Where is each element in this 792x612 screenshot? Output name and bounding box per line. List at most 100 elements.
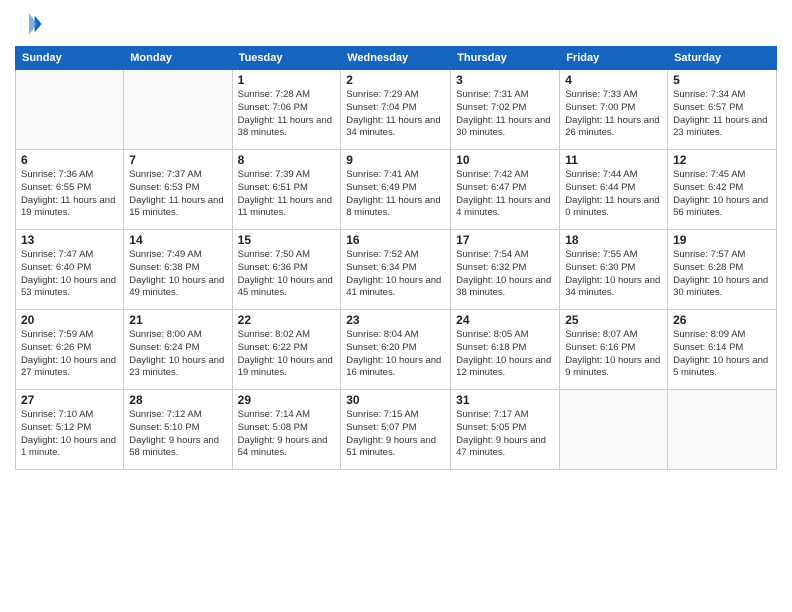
weekday-header: Thursday — [451, 47, 560, 70]
day-info: Sunrise: 7:54 AM Sunset: 6:32 PM Dayligh… — [456, 249, 554, 300]
day-info: Sunrise: 7:37 AM Sunset: 6:53 PM Dayligh… — [129, 169, 226, 220]
day-info: Sunrise: 8:05 AM Sunset: 6:18 PM Dayligh… — [456, 329, 554, 380]
day-number: 27 — [21, 393, 118, 407]
calendar-cell: 8 Sunrise: 7:39 AM Sunset: 6:51 PM Daylig… — [232, 150, 341, 230]
day-info: Sunrise: 7:12 AM Sunset: 5:10 PM Dayligh… — [129, 409, 226, 460]
calendar-cell: 18Sunrise: 7:55 AM Sunset: 6:30 PM Dayli… — [560, 230, 668, 310]
weekday-header: Wednesday — [341, 47, 451, 70]
calendar-cell: 12 Sunrise: 7:45 AM Sunset: 6:42 PM Dayli… — [668, 150, 777, 230]
day-number: 25 — [565, 313, 662, 327]
day-number: 7 — [129, 153, 226, 167]
day-number: 28 — [129, 393, 226, 407]
weekday-header: Tuesday — [232, 47, 341, 70]
logo-icon — [15, 10, 43, 38]
day-number: 23 — [346, 313, 445, 327]
calendar-cell: 30Sunrise: 7:15 AM Sunset: 5:07 PM Dayli… — [341, 390, 451, 470]
calendar-cell: 28 Sunrise: 7:12 AM Sunset: 5:10 PM Dayli… — [124, 390, 232, 470]
weekday-header: Monday — [124, 47, 232, 70]
day-number: 9 — [346, 153, 445, 167]
day-number: 11 — [565, 153, 662, 167]
calendar-week-row: 27 Sunrise: 7:10 AM Sunset: 5:12 PM Dayli… — [16, 390, 777, 470]
calendar-cell: 10Sunrise: 7:42 AM Sunset: 6:47 PM Dayli… — [451, 150, 560, 230]
weekday-header: Saturday — [668, 47, 777, 70]
weekday-header: Friday — [560, 47, 668, 70]
day-info: Sunrise: 7:57 AM Sunset: 6:28 PM Dayligh… — [673, 249, 771, 300]
calendar-cell: 29 Sunrise: 7:14 AM Sunset: 5:08 PM Dayli… — [232, 390, 341, 470]
calendar-cell: 24 Sunrise: 8:05 AM Sunset: 6:18 PM Dayli… — [451, 310, 560, 390]
calendar-cell: 19 Sunrise: 7:57 AM Sunset: 6:28 PM Dayli… — [668, 230, 777, 310]
calendar-cell: 26Sunrise: 8:09 AM Sunset: 6:14 PM Dayli… — [668, 310, 777, 390]
calendar-cell: 14 Sunrise: 7:49 AM Sunset: 6:38 PM Dayli… — [124, 230, 232, 310]
day-number: 16 — [346, 233, 445, 247]
calendar-cell: 9 Sunrise: 7:41 AM Sunset: 6:49 PM Daylig… — [341, 150, 451, 230]
calendar-cell: 31Sunrise: 7:17 AM Sunset: 5:05 PM Dayli… — [451, 390, 560, 470]
calendar-cell: 27 Sunrise: 7:10 AM Sunset: 5:12 PM Dayli… — [16, 390, 124, 470]
day-info: Sunrise: 7:59 AM Sunset: 6:26 PM Dayligh… — [21, 329, 118, 380]
calendar-cell: 6Sunrise: 7:36 AM Sunset: 6:55 PM Daylig… — [16, 150, 124, 230]
day-number: 13 — [21, 233, 118, 247]
calendar-cell: 7 Sunrise: 7:37 AM Sunset: 6:53 PM Daylig… — [124, 150, 232, 230]
day-info: Sunrise: 8:09 AM Sunset: 6:14 PM Dayligh… — [673, 329, 771, 380]
day-number: 24 — [456, 313, 554, 327]
day-number: 17 — [456, 233, 554, 247]
weekday-header: Sunday — [16, 47, 124, 70]
day-number: 2 — [346, 73, 445, 87]
day-info: Sunrise: 8:07 AM Sunset: 6:16 PM Dayligh… — [565, 329, 662, 380]
calendar-week-row: 13 Sunrise: 7:47 AM Sunset: 6:40 PM Dayli… — [16, 230, 777, 310]
calendar-table: SundayMondayTuesdayWednesdayThursdayFrid… — [15, 46, 777, 470]
calendar-cell: 17 Sunrise: 7:54 AM Sunset: 6:32 PM Dayli… — [451, 230, 560, 310]
day-number: 22 — [238, 313, 336, 327]
day-number: 8 — [238, 153, 336, 167]
day-info: Sunrise: 7:41 AM Sunset: 6:49 PM Dayligh… — [346, 169, 445, 220]
day-info: Sunrise: 7:52 AM Sunset: 6:34 PM Dayligh… — [346, 249, 445, 300]
calendar-cell: 2 Sunrise: 7:29 AM Sunset: 7:04 PM Daylig… — [341, 70, 451, 150]
calendar-cell: 4 Sunrise: 7:33 AM Sunset: 7:00 PM Daylig… — [560, 70, 668, 150]
calendar-cell: 25 Sunrise: 8:07 AM Sunset: 6:16 PM Dayli… — [560, 310, 668, 390]
calendar-week-row: 20 Sunrise: 7:59 AM Sunset: 6:26 PM Dayli… — [16, 310, 777, 390]
page-header — [15, 10, 777, 38]
day-number: 20 — [21, 313, 118, 327]
day-number: 21 — [129, 313, 226, 327]
calendar-cell: 23 Sunrise: 8:04 AM Sunset: 6:20 PM Dayli… — [341, 310, 451, 390]
calendar-cell — [124, 70, 232, 150]
day-info: Sunrise: 7:33 AM Sunset: 7:00 PM Dayligh… — [565, 89, 662, 140]
day-number: 5 — [673, 73, 771, 87]
day-info: Sunrise: 8:00 AM Sunset: 6:24 PM Dayligh… — [129, 329, 226, 380]
day-number: 14 — [129, 233, 226, 247]
calendar-cell — [668, 390, 777, 470]
day-info: Sunrise: 7:29 AM Sunset: 7:04 PM Dayligh… — [346, 89, 445, 140]
calendar-cell: 16 Sunrise: 7:52 AM Sunset: 6:34 PM Dayli… — [341, 230, 451, 310]
calendar-cell — [16, 70, 124, 150]
day-info: Sunrise: 7:47 AM Sunset: 6:40 PM Dayligh… — [21, 249, 118, 300]
day-info: Sunrise: 7:17 AM Sunset: 5:05 PM Dayligh… — [456, 409, 554, 460]
logo — [15, 10, 47, 38]
calendar-cell: 1 Sunrise: 7:28 AM Sunset: 7:06 PM Daylig… — [232, 70, 341, 150]
calendar-week-row: 1 Sunrise: 7:28 AM Sunset: 7:06 PM Daylig… — [16, 70, 777, 150]
day-number: 3 — [456, 73, 554, 87]
day-info: Sunrise: 7:15 AM Sunset: 5:07 PM Dayligh… — [346, 409, 445, 460]
day-number: 1 — [238, 73, 336, 87]
day-number: 18 — [565, 233, 662, 247]
day-number: 10 — [456, 153, 554, 167]
calendar-cell — [560, 390, 668, 470]
day-info: Sunrise: 7:10 AM Sunset: 5:12 PM Dayligh… — [21, 409, 118, 460]
day-info: Sunrise: 7:28 AM Sunset: 7:06 PM Dayligh… — [238, 89, 336, 140]
calendar-cell: 21 Sunrise: 8:00 AM Sunset: 6:24 PM Dayli… — [124, 310, 232, 390]
day-info: Sunrise: 7:44 AM Sunset: 6:44 PM Dayligh… — [565, 169, 662, 220]
calendar-cell: 5Sunrise: 7:34 AM Sunset: 6:57 PM Daylig… — [668, 70, 777, 150]
day-number: 29 — [238, 393, 336, 407]
day-number: 12 — [673, 153, 771, 167]
day-info: Sunrise: 7:50 AM Sunset: 6:36 PM Dayligh… — [238, 249, 336, 300]
day-number: 4 — [565, 73, 662, 87]
calendar-cell: 11 Sunrise: 7:44 AM Sunset: 6:44 PM Dayli… — [560, 150, 668, 230]
calendar-body: 1 Sunrise: 7:28 AM Sunset: 7:06 PM Daylig… — [16, 70, 777, 470]
day-info: Sunrise: 7:14 AM Sunset: 5:08 PM Dayligh… — [238, 409, 336, 460]
day-info: Sunrise: 8:04 AM Sunset: 6:20 PM Dayligh… — [346, 329, 445, 380]
calendar-week-row: 6Sunrise: 7:36 AM Sunset: 6:55 PM Daylig… — [16, 150, 777, 230]
day-info: Sunrise: 7:39 AM Sunset: 6:51 PM Dayligh… — [238, 169, 336, 220]
calendar-cell: 15Sunrise: 7:50 AM Sunset: 6:36 PM Dayli… — [232, 230, 341, 310]
day-info: Sunrise: 7:49 AM Sunset: 6:38 PM Dayligh… — [129, 249, 226, 300]
day-info: Sunrise: 7:45 AM Sunset: 6:42 PM Dayligh… — [673, 169, 771, 220]
day-number: 19 — [673, 233, 771, 247]
calendar-cell: 22Sunrise: 8:02 AM Sunset: 6:22 PM Dayli… — [232, 310, 341, 390]
